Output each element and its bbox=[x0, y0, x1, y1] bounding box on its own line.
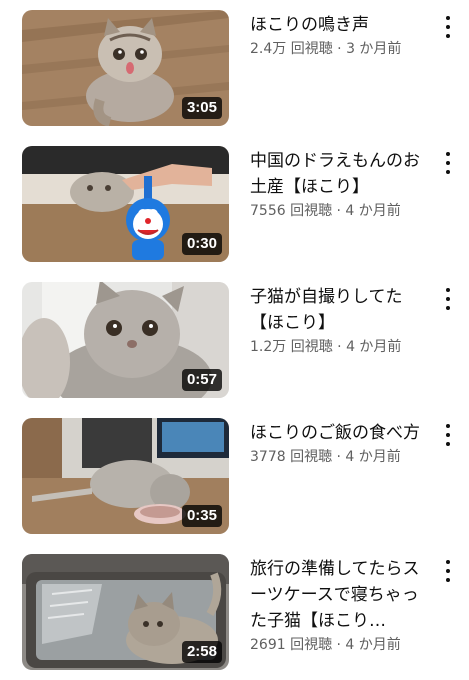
video-title[interactable]: 旅行の準備してたらスーツケースで寝ちゃった子猫【ほこり… bbox=[250, 556, 430, 634]
duration-badge: 0:35 bbox=[181, 505, 222, 527]
video-title[interactable]: ほこりのご飯の食べ方 bbox=[250, 420, 430, 446]
more-vert-icon[interactable] bbox=[440, 16, 456, 38]
video-item[interactable]: 2:58 旅行の準備してたらスーツケースで寝ちゃった子猫【ほこり… 2691 回… bbox=[0, 554, 469, 672]
video-thumbnail[interactable]: 0:35 bbox=[22, 418, 229, 534]
video-thumbnail[interactable]: 0:57 bbox=[22, 282, 229, 398]
video-list: 3:05 ほこりの鳴き声 2.4万 回視聴 · 3 か月前 0:30 中国のドラ… bbox=[0, 0, 469, 680]
duration-badge: 2:58 bbox=[181, 641, 222, 663]
more-vert-icon[interactable] bbox=[440, 288, 456, 310]
video-item[interactable]: 0:35 ほこりのご飯の食べ方 3778 回視聴 · 4 か月前 bbox=[0, 418, 469, 536]
more-vert-icon[interactable] bbox=[440, 424, 456, 446]
video-thumbnail[interactable]: 3:05 bbox=[22, 10, 229, 126]
duration-badge: 0:57 bbox=[181, 369, 222, 391]
more-vert-icon[interactable] bbox=[440, 152, 456, 174]
video-meta: 7556 回視聴 · 4 か月前 bbox=[250, 203, 401, 219]
video-title[interactable]: ほこりの鳴き声 bbox=[250, 12, 430, 38]
more-vert-icon[interactable] bbox=[440, 560, 456, 582]
video-thumbnail[interactable]: 2:58 bbox=[22, 554, 229, 670]
video-thumbnail[interactable]: 0:30 bbox=[22, 146, 229, 262]
duration-badge: 0:30 bbox=[181, 233, 222, 255]
video-item[interactable]: 0:57 子猫が自撮りしてた【ほこり】 1.2万 回視聴 · 4 か月前 bbox=[0, 282, 469, 400]
video-meta: 3778 回視聴 · 4 か月前 bbox=[250, 449, 401, 465]
video-title[interactable]: 中国のドラえもんのお土産【ほこり】 bbox=[250, 148, 430, 200]
video-info[interactable]: 子猫が自撮りしてた【ほこり】 1.2万 回視聴 · 4 か月前 bbox=[250, 284, 430, 357]
video-info[interactable]: ほこりのご飯の食べ方 3778 回視聴 · 4 か月前 bbox=[250, 420, 430, 467]
video-title[interactable]: 子猫が自撮りしてた【ほこり】 bbox=[250, 284, 430, 336]
video-meta: 2.4万 回視聴 · 3 か月前 bbox=[250, 41, 402, 57]
video-meta: 1.2万 回視聴 · 4 か月前 bbox=[250, 339, 402, 355]
video-info[interactable]: 中国のドラえもんのお土産【ほこり】 7556 回視聴 · 4 か月前 bbox=[250, 148, 430, 221]
video-info[interactable]: 旅行の準備してたらスーツケースで寝ちゃった子猫【ほこり… 2691 回視聴 · … bbox=[250, 556, 430, 655]
video-info[interactable]: ほこりの鳴き声 2.4万 回視聴 · 3 か月前 bbox=[250, 12, 430, 59]
video-item[interactable]: 3:05 ほこりの鳴き声 2.4万 回視聴 · 3 か月前 bbox=[0, 10, 469, 128]
duration-badge: 3:05 bbox=[181, 97, 222, 119]
video-meta: 2691 回視聴 · 4 か月前 bbox=[250, 637, 401, 653]
video-item[interactable]: 0:30 中国のドラえもんのお土産【ほこり】 7556 回視聴 · 4 か月前 bbox=[0, 146, 469, 264]
